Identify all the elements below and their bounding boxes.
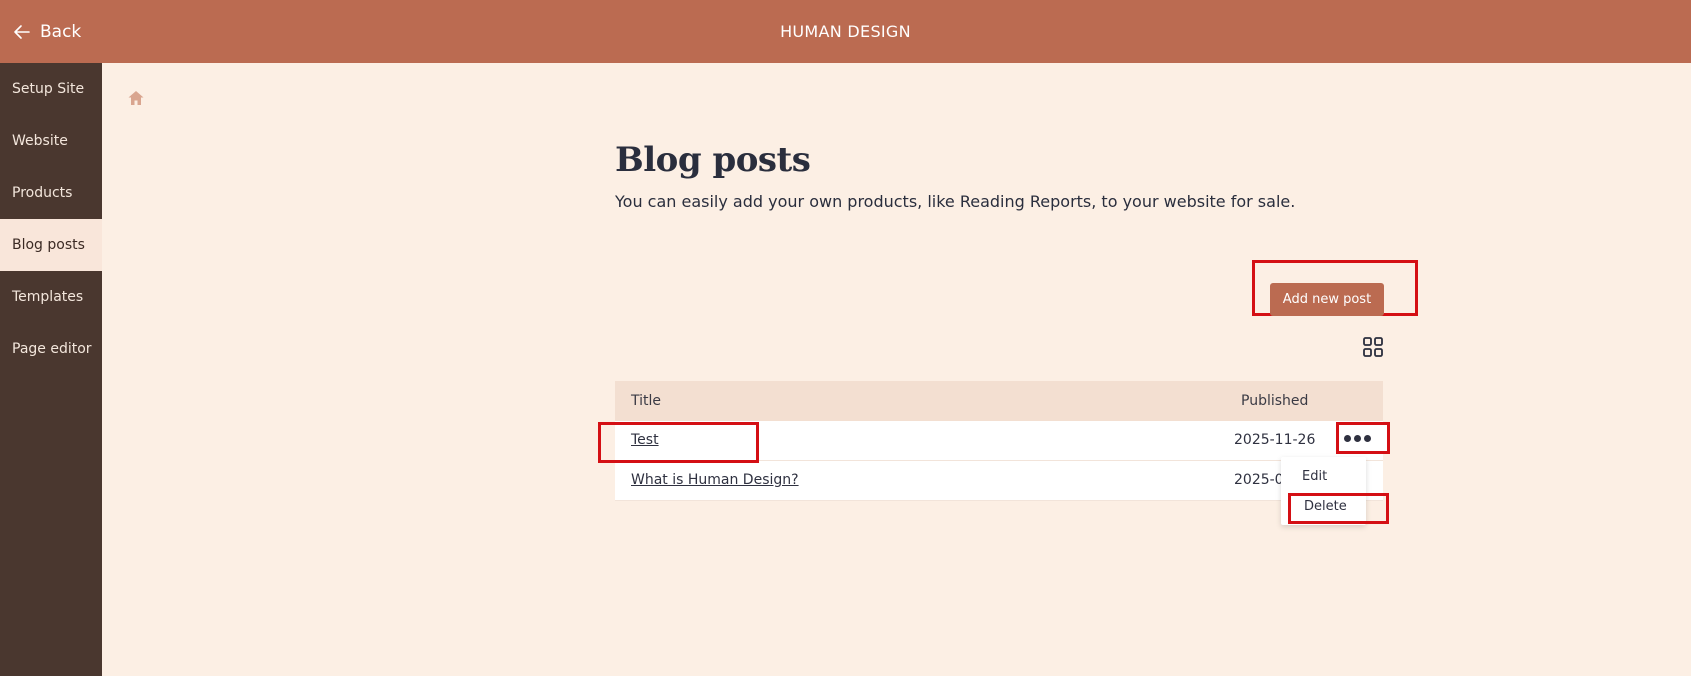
sidebar-item-blog-posts[interactable]: Blog posts bbox=[0, 219, 102, 271]
post-published-date: 2025-11-26 bbox=[1234, 432, 1316, 448]
sidebar-item-label: Blog posts bbox=[12, 237, 85, 253]
sidebar-item-setup-site[interactable]: Setup Site bbox=[0, 63, 102, 115]
sidebar-item-label: Website bbox=[12, 133, 68, 149]
post-title-link[interactable]: What is Human Design? bbox=[631, 472, 799, 488]
sidebar-item-label: Page editor bbox=[12, 341, 92, 357]
top-bar: Back HUMAN DESIGN bbox=[0, 0, 1691, 63]
table-row: What is Human Design? 2025-09 bbox=[615, 461, 1383, 501]
sidebar-item-products[interactable]: Products bbox=[0, 167, 102, 219]
delete-highlight: Delete bbox=[1288, 493, 1389, 524]
app-title: HUMAN DESIGN bbox=[780, 22, 911, 41]
sidebar-item-templates[interactable]: Templates bbox=[0, 271, 102, 323]
row-actions-button[interactable] bbox=[1336, 422, 1390, 454]
page-title: Blog posts bbox=[615, 140, 811, 180]
sidebar-item-label: Setup Site bbox=[12, 81, 85, 97]
sidebar-item-label: Templates bbox=[12, 289, 84, 305]
add-new-post-button[interactable]: Add new post bbox=[1270, 283, 1384, 316]
table-row: Test 2025-11-26 bbox=[615, 421, 1383, 461]
table-header: Title Published bbox=[615, 381, 1383, 421]
column-header-title: Title bbox=[631, 393, 662, 409]
add-post-highlight: Add new post bbox=[1252, 260, 1418, 316]
page-subtitle: You can easily add your own products, li… bbox=[615, 192, 1296, 211]
sidebar: Setup Site Website Products Blog posts T… bbox=[0, 63, 102, 676]
main-content: Blog posts You can easily add your own p… bbox=[615, 140, 1383, 211]
menu-item-edit[interactable]: Edit bbox=[1302, 469, 1327, 484]
grid-view-icon[interactable] bbox=[1362, 336, 1384, 358]
post-title-link[interactable]: Test bbox=[631, 432, 659, 448]
more-horizontal-icon bbox=[1343, 434, 1371, 442]
posts-table: Title Published Test 2025-11-26 What is … bbox=[615, 381, 1383, 501]
menu-item-delete[interactable]: Delete bbox=[1304, 499, 1347, 514]
home-icon[interactable] bbox=[127, 89, 145, 107]
column-header-published: Published bbox=[1241, 393, 1309, 409]
sidebar-item-label: Products bbox=[12, 185, 73, 201]
sidebar-item-page-editor[interactable]: Page editor bbox=[0, 323, 102, 375]
sidebar-item-website[interactable]: Website bbox=[0, 115, 102, 167]
